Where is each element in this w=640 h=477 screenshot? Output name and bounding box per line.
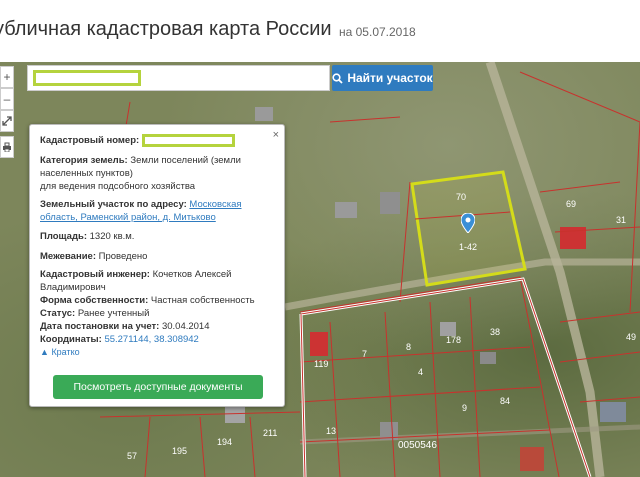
survey-row: Межевание: Проведено — [40, 251, 148, 262]
view-documents-button[interactable]: Посмотреть доступные документы — [53, 375, 263, 399]
parcel-label: 178 — [446, 335, 462, 345]
search-icon — [332, 72, 343, 84]
parcel-label: 9 — [462, 403, 468, 413]
printer-icon — [3, 142, 11, 153]
land-category-row: Категория земель: Земли поселений (земли… — [40, 155, 241, 192]
page-header: убличная кадастровая карта России на 05.… — [0, 0, 640, 62]
parcel-label: 7 — [362, 349, 368, 359]
search-input[interactable] — [27, 65, 330, 91]
registration-row: Дата постановки на учет: 30.04.2014 — [40, 321, 210, 332]
brief-toggle[interactable]: ▲ Кратко — [40, 347, 80, 357]
parcel-label: 84 — [500, 396, 511, 406]
find-parcel-label: Найти участок — [347, 71, 433, 85]
zoom-out-button[interactable]: – — [0, 88, 14, 110]
print-button[interactable] — [0, 136, 14, 158]
parcel-label: 70 — [456, 192, 467, 202]
parcel-info-card: × Кадастровый номер: Категория земель: З… — [29, 124, 285, 407]
cadastral-number-highlight — [142, 134, 236, 147]
page-title: убличная кадастровая карта России — [0, 18, 332, 40]
ownership-row: Форма собственности: Частная собственнос… — [40, 295, 255, 306]
parcel-label: 195 — [172, 446, 188, 456]
status-row: Статус: Ранее учтенный — [40, 308, 150, 319]
parcel-label: 31 — [616, 215, 627, 225]
parcel-label: 211 — [263, 428, 278, 438]
parcel-label: 57 — [127, 451, 138, 461]
area-row: Площадь: 1320 кв.м. — [40, 231, 135, 242]
parcel-label: 49 — [626, 332, 637, 342]
search-value-highlight — [33, 70, 141, 86]
cadastral-number-row: Кадастровый номер: — [40, 134, 280, 147]
map-controls: + – — [0, 62, 14, 162]
engineer-row: Кадастровый инженер: Кочетков Алексей Вл… — [40, 269, 232, 293]
zoom-in-button[interactable]: + — [0, 66, 14, 88]
parcel-label: 38 — [490, 327, 501, 337]
find-parcel-button[interactable]: Найти участок — [332, 65, 433, 91]
map-pin-icon[interactable] — [461, 213, 475, 233]
parcel-label: 13 — [326, 426, 337, 436]
parcel-label: 8 — [406, 342, 412, 352]
coordinates-row: Координаты: 55.271144, 38.308942 — [40, 334, 199, 345]
caret-up-icon: ▲ — [40, 347, 49, 357]
expand-icon — [2, 116, 12, 126]
parcel-label: 194 — [217, 437, 233, 447]
cadastral-block-code: 0050546 — [398, 440, 437, 451]
parcel-label: 1-42 — [459, 242, 478, 252]
parcel-label: 4 — [418, 367, 424, 377]
address-row: Земельный участок по адресу: Московская … — [40, 199, 242, 223]
parcel-label: 119 — [314, 359, 329, 369]
map-date: на 05.07.2018 — [339, 25, 416, 39]
coordinates-link[interactable]: 55.271144, 38.308942 — [104, 334, 198, 345]
parcel-label: 69 — [566, 199, 577, 209]
fullscreen-button[interactable] — [0, 110, 14, 132]
